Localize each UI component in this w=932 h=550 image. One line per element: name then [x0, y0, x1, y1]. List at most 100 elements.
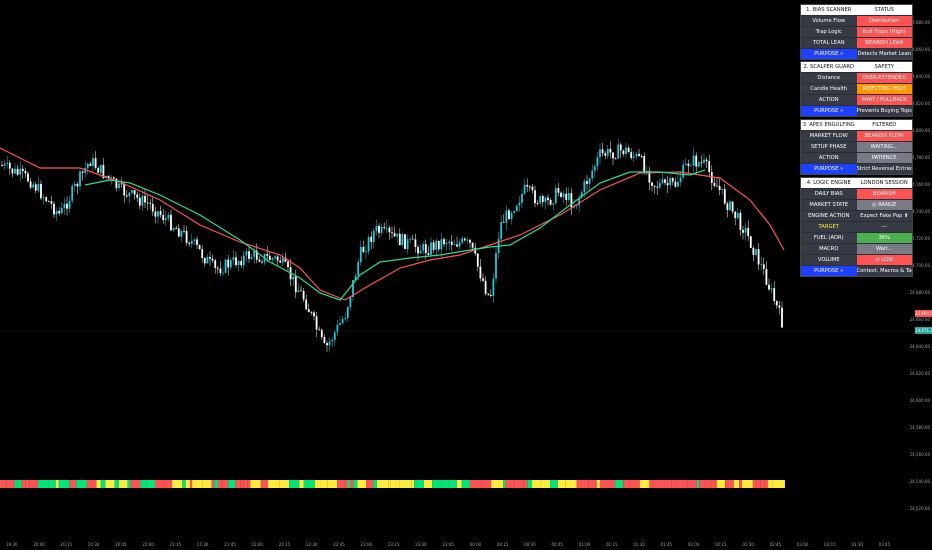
candle-body	[159, 211, 162, 216]
current-price-tag: 24,690.50	[915, 310, 932, 317]
table-row: Candle Health REJECTING HIGH	[801, 83, 912, 94]
candle-body	[287, 261, 289, 268]
candle-body	[216, 267, 219, 269]
time-tick-label: 21:15	[169, 542, 182, 547]
candle-body	[383, 226, 386, 228]
heat-strip-segment	[527, 480, 533, 488]
candle-body	[632, 156, 635, 158]
row-label: PURPOSE »	[801, 164, 857, 174]
heat-strip-segment	[739, 480, 743, 488]
candle-body	[266, 253, 269, 256]
heat-strip-segment	[499, 480, 504, 488]
candle-body	[430, 242, 432, 255]
candle-body	[214, 260, 217, 268]
candle-body	[765, 268, 768, 285]
candle-body	[414, 239, 417, 248]
heat-strip-segment	[105, 480, 115, 488]
time-tick-label: 03:00	[796, 542, 809, 547]
heat-strip-segment	[540, 480, 551, 488]
candle-body	[154, 211, 157, 217]
candle-body	[781, 307, 783, 328]
row-label: Distance	[801, 73, 857, 83]
price-tick-label: 24,580.00	[909, 425, 930, 430]
table-header: 4. LOGIC ENGINE LONDON SESSION	[801, 178, 912, 188]
heat-strip-segment	[733, 480, 740, 488]
candle-body	[47, 201, 50, 202]
candle-body	[531, 186, 534, 191]
heat-strip-segment	[182, 480, 186, 488]
table-row: ENGINE ACTION Expect Fake Pop ⬆	[801, 210, 912, 221]
heat-strip-segment	[443, 480, 450, 488]
candle-body	[24, 171, 27, 174]
candle-body	[484, 280, 487, 294]
candle-body	[726, 203, 729, 211]
heat-strip-segment	[114, 480, 119, 488]
candle-body	[700, 162, 703, 164]
candle-body	[385, 227, 388, 229]
heat-strip-segment	[327, 480, 338, 488]
candle-body	[435, 240, 438, 250]
heat-strip-segment	[154, 480, 165, 488]
heat-strip-segment	[388, 480, 391, 488]
row-label: ACTION	[801, 95, 857, 105]
candle-body	[339, 323, 341, 325]
heat-strip-segment	[596, 480, 600, 488]
candle-body	[744, 227, 747, 233]
candle-body	[99, 164, 102, 173]
heat-strip-segment	[457, 480, 462, 488]
candle-body	[609, 148, 612, 153]
time-tick-label: 22:15	[278, 542, 291, 547]
candle-body	[521, 193, 523, 203]
candle-body	[518, 202, 521, 206]
candle-body	[118, 183, 120, 189]
candle-body	[27, 173, 29, 182]
row-label: PURPOSE »	[801, 266, 857, 276]
candle-body	[167, 214, 170, 219]
price-tick-label: 24,660.00	[909, 317, 930, 322]
heat-strip-segment	[652, 480, 661, 488]
candle-body	[729, 201, 731, 211]
candle-body	[1, 165, 3, 166]
table-header: 2. SCALPER GUARD SAFETY	[801, 62, 912, 72]
candle-body	[209, 257, 211, 259]
candle-body	[6, 162, 9, 164]
candle-body	[593, 166, 596, 171]
row-value: WAITING...	[856, 142, 912, 152]
candle-body	[398, 233, 401, 246]
time-tick-label: 23:45	[442, 542, 454, 547]
row-label: MACRO	[801, 244, 857, 254]
heat-strip-segment	[240, 480, 244, 488]
candle-body	[331, 339, 334, 342]
price-tick-label: 24,520.00	[909, 506, 930, 511]
price-tick-label: 24,540.00	[909, 479, 930, 484]
price-tick-label: 24,620.00	[909, 371, 930, 376]
candle-body	[731, 201, 734, 212]
candle-body	[617, 144, 620, 159]
heat-strip-segment	[190, 480, 193, 488]
heat-strip-segment	[752, 480, 757, 488]
candle-body	[367, 236, 370, 252]
heat-strip-segment	[289, 480, 300, 488]
candle-body	[245, 251, 248, 256]
candle-body	[42, 197, 45, 199]
candle-body	[448, 241, 451, 244]
candle-body	[258, 259, 261, 262]
candle-body	[14, 168, 16, 174]
heat-strip-segment	[366, 480, 374, 488]
heat-strip-segment	[250, 480, 261, 488]
candle-body	[396, 233, 399, 237]
heat-strip-segment	[185, 480, 191, 488]
candle-body	[123, 183, 126, 196]
candle-body	[453, 244, 456, 246]
candle-body	[695, 155, 698, 167]
heat-strip-segment	[55, 480, 59, 488]
price-chart[interactable]	[0, 0, 932, 550]
candle-body	[190, 240, 193, 244]
candle-body	[149, 203, 152, 205]
candle-body	[562, 193, 565, 197]
heat-strip-segment	[588, 480, 597, 488]
candle-body	[128, 192, 131, 197]
table-row: VOLUME ◎ LOW	[801, 254, 912, 265]
row-value: BEARISH	[856, 189, 912, 199]
heat-strip-segment	[6, 480, 15, 488]
